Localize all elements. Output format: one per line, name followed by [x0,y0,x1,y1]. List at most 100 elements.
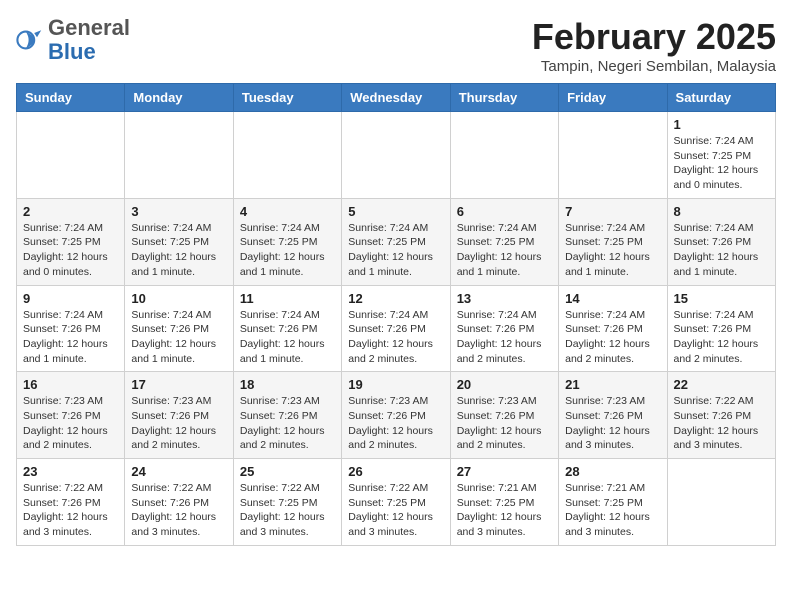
calendar-cell [450,112,558,199]
calendar-cell: 19 Sunrise: 7:23 AMSunset: 7:26 PMDayligh… [342,372,450,459]
calendar-week-4: 23 Sunrise: 7:22 AMSunset: 7:26 PMDayligh… [17,459,776,546]
calendar-cell [667,459,775,546]
header-saturday: Saturday [667,84,775,112]
calendar-cell: 26 Sunrise: 7:22 AMSunset: 7:25 PMDayligh… [342,459,450,546]
calendar-cell [233,112,341,199]
day-info: Sunrise: 7:24 AMSunset: 7:25 PMDaylight:… [23,221,118,280]
day-info: Sunrise: 7:21 AMSunset: 7:25 PMDaylight:… [565,481,660,540]
day-number: 20 [457,377,552,392]
calendar-cell: 15 Sunrise: 7:24 AMSunset: 7:26 PMDayligh… [667,285,775,372]
calendar-cell: 16 Sunrise: 7:23 AMSunset: 7:26 PMDayligh… [17,372,125,459]
logo-text: General Blue [48,16,130,64]
calendar-cell: 27 Sunrise: 7:21 AMSunset: 7:25 PMDayligh… [450,459,558,546]
logo-blue: Blue [48,39,96,64]
calendar-cell: 12 Sunrise: 7:24 AMSunset: 7:26 PMDayligh… [342,285,450,372]
day-number: 18 [240,377,335,392]
day-info: Sunrise: 7:24 AMSunset: 7:26 PMDaylight:… [240,308,335,367]
calendar-cell: 24 Sunrise: 7:22 AMSunset: 7:26 PMDayligh… [125,459,233,546]
calendar-week-3: 16 Sunrise: 7:23 AMSunset: 7:26 PMDayligh… [17,372,776,459]
day-number: 26 [348,464,443,479]
calendar-cell: 8 Sunrise: 7:24 AMSunset: 7:26 PMDaylight… [667,198,775,285]
calendar-cell: 13 Sunrise: 7:24 AMSunset: 7:26 PMDayligh… [450,285,558,372]
day-info: Sunrise: 7:21 AMSunset: 7:25 PMDaylight:… [457,481,552,540]
calendar-cell: 2 Sunrise: 7:24 AMSunset: 7:25 PMDaylight… [17,198,125,285]
day-number: 9 [23,291,118,306]
day-number: 27 [457,464,552,479]
day-info: Sunrise: 7:24 AMSunset: 7:26 PMDaylight:… [131,308,226,367]
header-wednesday: Wednesday [342,84,450,112]
day-info: Sunrise: 7:24 AMSunset: 7:25 PMDaylight:… [674,134,769,193]
day-info: Sunrise: 7:24 AMSunset: 7:25 PMDaylight:… [565,221,660,280]
header-sunday: Sunday [17,84,125,112]
calendar-cell: 25Sunrise: 7:22 AMSunset: 7:25 PMDayligh… [233,459,341,546]
day-info: Sunrise: 7:24 AMSunset: 7:25 PMDaylight:… [348,221,443,280]
day-number: 13 [457,291,552,306]
day-number: 16 [23,377,118,392]
day-info: Sunrise: 7:22 AMSunset: 7:25 PMDaylight:… [348,481,443,540]
calendar-cell [342,112,450,199]
calendar-cell: 14Sunrise: 7:24 AMSunset: 7:26 PMDayligh… [559,285,667,372]
calendar-cell: 9 Sunrise: 7:24 AMSunset: 7:26 PMDaylight… [17,285,125,372]
calendar-cell [559,112,667,199]
header-friday: Friday [559,84,667,112]
header-monday: Monday [125,84,233,112]
day-number: 19 [348,377,443,392]
calendar-cell: 7 Sunrise: 7:24 AMSunset: 7:25 PMDaylight… [559,198,667,285]
calendar-cell: 6 Sunrise: 7:24 AMSunset: 7:25 PMDaylight… [450,198,558,285]
day-number: 7 [565,204,660,219]
day-info: Sunrise: 7:22 AMSunset: 7:26 PMDaylight:… [23,481,118,540]
day-number: 2 [23,204,118,219]
day-info: Sunrise: 7:24 AMSunset: 7:26 PMDaylight:… [674,221,769,280]
day-number: 12 [348,291,443,306]
day-info: Sunrise: 7:23 AMSunset: 7:26 PMDaylight:… [565,394,660,453]
calendar-header-row: SundayMondayTuesdayWednesdayThursdayFrid… [17,84,776,112]
day-number: 8 [674,204,769,219]
day-info: Sunrise: 7:24 AMSunset: 7:26 PMDaylight:… [348,308,443,367]
day-number: 6 [457,204,552,219]
day-info: Sunrise: 7:22 AMSunset: 7:26 PMDaylight:… [131,481,226,540]
calendar-cell: 28 Sunrise: 7:21 AMSunset: 7:25 PMDayligh… [559,459,667,546]
calendar-cell: 3 Sunrise: 7:24 AMSunset: 7:25 PMDaylight… [125,198,233,285]
calendar-cell: 22 Sunrise: 7:22 AMSunset: 7:26 PMDayligh… [667,372,775,459]
calendar-week-1: 2 Sunrise: 7:24 AMSunset: 7:25 PMDaylight… [17,198,776,285]
calendar-cell [125,112,233,199]
day-number: 15 [674,291,769,306]
calendar-cell: 1 Sunrise: 7:24 AMSunset: 7:25 PMDaylight… [667,112,775,199]
calendar-table: SundayMondayTuesdayWednesdayThursdayFrid… [16,83,776,546]
day-info: Sunrise: 7:24 AMSunset: 7:26 PMDaylight:… [457,308,552,367]
day-info: Sunrise: 7:24 AMSunset: 7:25 PMDaylight:… [240,221,335,280]
day-number: 10 [131,291,226,306]
day-number: 17 [131,377,226,392]
day-info: Sunrise: 7:24 AMSunset: 7:26 PMDaylight:… [23,308,118,367]
day-number: 23 [23,464,118,479]
day-number: 25 [240,464,335,479]
calendar-cell: 18Sunrise: 7:23 AMSunset: 7:26 PMDayligh… [233,372,341,459]
calendar-cell [17,112,125,199]
calendar-week-0: 1 Sunrise: 7:24 AMSunset: 7:25 PMDaylight… [17,112,776,199]
calendar-week-2: 9 Sunrise: 7:24 AMSunset: 7:26 PMDaylight… [17,285,776,372]
page-header: General Blue February 2025 Tampin, Neger… [16,16,776,75]
title-block: February 2025 Tampin, Negeri Sembilan, M… [532,16,776,75]
header-thursday: Thursday [450,84,558,112]
day-info: Sunrise: 7:23 AMSunset: 7:26 PMDaylight:… [348,394,443,453]
day-info: Sunrise: 7:24 AMSunset: 7:25 PMDaylight:… [131,221,226,280]
day-info: Sunrise: 7:23 AMSunset: 7:26 PMDaylight:… [23,394,118,453]
day-number: 11 [240,291,335,306]
day-number: 3 [131,204,226,219]
logo-general: General [48,15,130,40]
day-number: 4 [240,204,335,219]
day-info: Sunrise: 7:23 AMSunset: 7:26 PMDaylight:… [457,394,552,453]
day-number: 14 [565,291,660,306]
day-number: 1 [674,117,769,132]
day-number: 28 [565,464,660,479]
day-number: 5 [348,204,443,219]
calendar-cell: 17Sunrise: 7:23 AMSunset: 7:26 PMDayligh… [125,372,233,459]
logo: General Blue [16,16,130,64]
calendar-cell: 10 Sunrise: 7:24 AMSunset: 7:26 PMDayligh… [125,285,233,372]
day-info: Sunrise: 7:22 AMSunset: 7:26 PMDaylight:… [674,394,769,453]
header-tuesday: Tuesday [233,84,341,112]
day-number: 22 [674,377,769,392]
day-number: 24 [131,464,226,479]
day-info: Sunrise: 7:24 AMSunset: 7:25 PMDaylight:… [457,221,552,280]
day-info: Sunrise: 7:24 AMSunset: 7:26 PMDaylight:… [674,308,769,367]
